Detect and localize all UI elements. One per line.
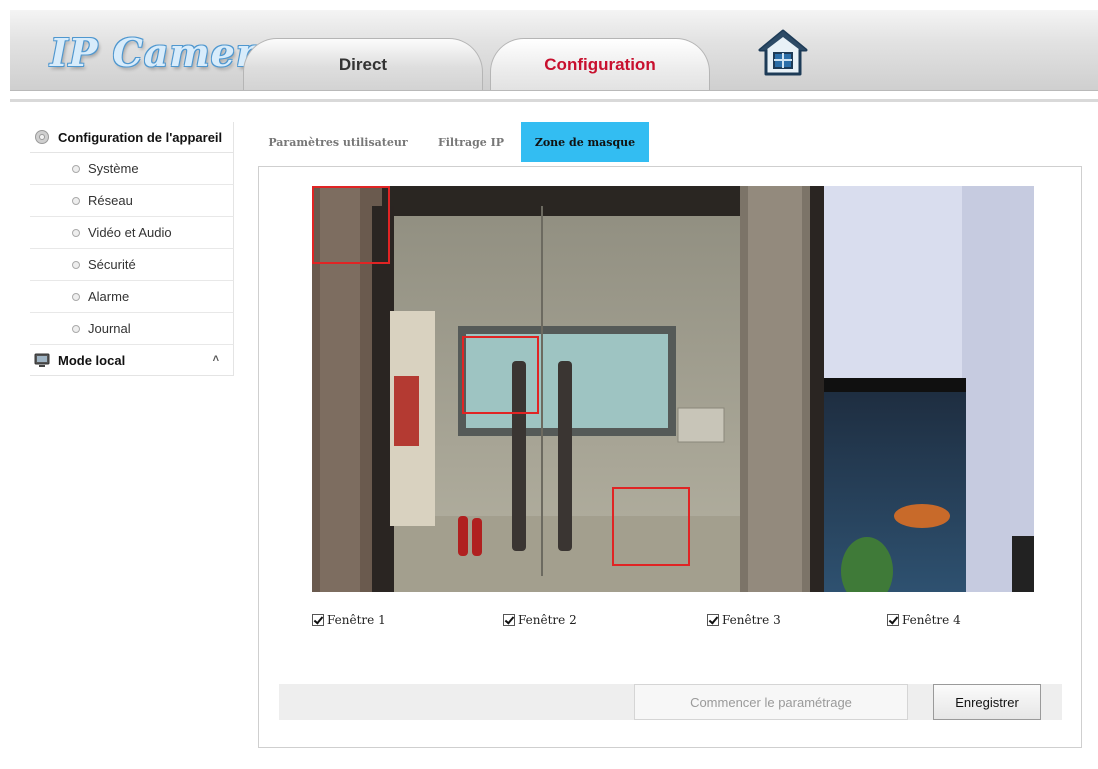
sidebar-item-label: Système — [88, 161, 139, 176]
subtab-mask-zone[interactable]: Zone de masque — [521, 122, 649, 162]
checkbox-checked-icon[interactable] — [707, 614, 719, 626]
checkbox-checked-icon[interactable] — [887, 614, 899, 626]
subtab-user-params[interactable]: Paramètres utilisateur — [258, 122, 418, 162]
save-button[interactable]: Enregistrer — [933, 684, 1041, 720]
checkbox-checked-icon[interactable] — [312, 614, 324, 626]
sidebar-item-video-audio[interactable]: Vidéo et Audio — [30, 217, 234, 249]
window-1-label: Fenêtre 1 — [327, 613, 386, 627]
start-setup-button[interactable]: Commencer le paramétrage — [634, 684, 908, 720]
header-divider — [10, 99, 1098, 102]
bullet-icon — [72, 260, 80, 269]
sidebar-item-systeme[interactable]: Système — [30, 153, 234, 185]
sidebar-local-mode[interactable]: Mode local ˄ — [30, 345, 234, 376]
window-2-checkbox[interactable]: Fenêtre 2 — [503, 613, 577, 627]
video-preview[interactable] — [312, 186, 1034, 592]
bullet-icon — [72, 164, 80, 173]
home-icon — [758, 29, 808, 76]
home-button[interactable] — [757, 28, 809, 78]
gear-icon — [35, 130, 49, 144]
sidebar-item-alarme[interactable]: Alarme — [30, 281, 234, 313]
sidebar-device-config-label: Configuration de l'appareil — [58, 129, 223, 145]
sidebar-item-label: Alarme — [88, 289, 130, 304]
sidebar-device-config[interactable]: Configuration de l'appareil — [30, 122, 234, 153]
sidebar-item-label: Vidéo et Audio — [88, 225, 172, 240]
bullet-icon — [72, 196, 80, 205]
chevron-up-icon[interactable]: ˄ — [213, 353, 219, 365]
bullet-icon — [72, 228, 80, 237]
sidebar-item-label: Réseau — [88, 193, 133, 208]
window-3-label: Fenêtre 3 — [722, 613, 781, 627]
sidebar-item-label: Journal — [88, 321, 131, 336]
window-2-label: Fenêtre 2 — [518, 613, 577, 627]
monitor-icon — [34, 353, 50, 367]
sidebar-item-reseau[interactable]: Réseau — [30, 185, 234, 217]
mask-window-2[interactable] — [462, 336, 539, 414]
tab-configuration[interactable]: Configuration — [490, 38, 710, 90]
sidebar-local-mode-label: Mode local — [58, 352, 126, 368]
sidebar-item-label: Sécurité — [88, 257, 136, 272]
window-3-checkbox[interactable]: Fenêtre 3 — [707, 613, 781, 627]
sidebar: Configuration de l'appareil Système Rése… — [30, 122, 234, 376]
sidebar-item-securite[interactable]: Sécurité — [30, 249, 234, 281]
bullet-icon — [72, 324, 80, 333]
mask-window-1[interactable] — [312, 186, 390, 264]
tab-direct[interactable]: Direct — [243, 38, 483, 90]
bullet-icon — [72, 292, 80, 301]
subtab-ip-filter[interactable]: Filtrage IP — [428, 122, 514, 162]
window-4-checkbox[interactable]: Fenêtre 4 — [887, 613, 961, 627]
sidebar-item-journal[interactable]: Journal — [30, 313, 234, 345]
window-4-label: Fenêtre 4 — [902, 613, 961, 627]
checkbox-checked-icon[interactable] — [503, 614, 515, 626]
window-1-checkbox[interactable]: Fenêtre 1 — [312, 613, 386, 627]
mask-window-3[interactable] — [612, 487, 690, 566]
